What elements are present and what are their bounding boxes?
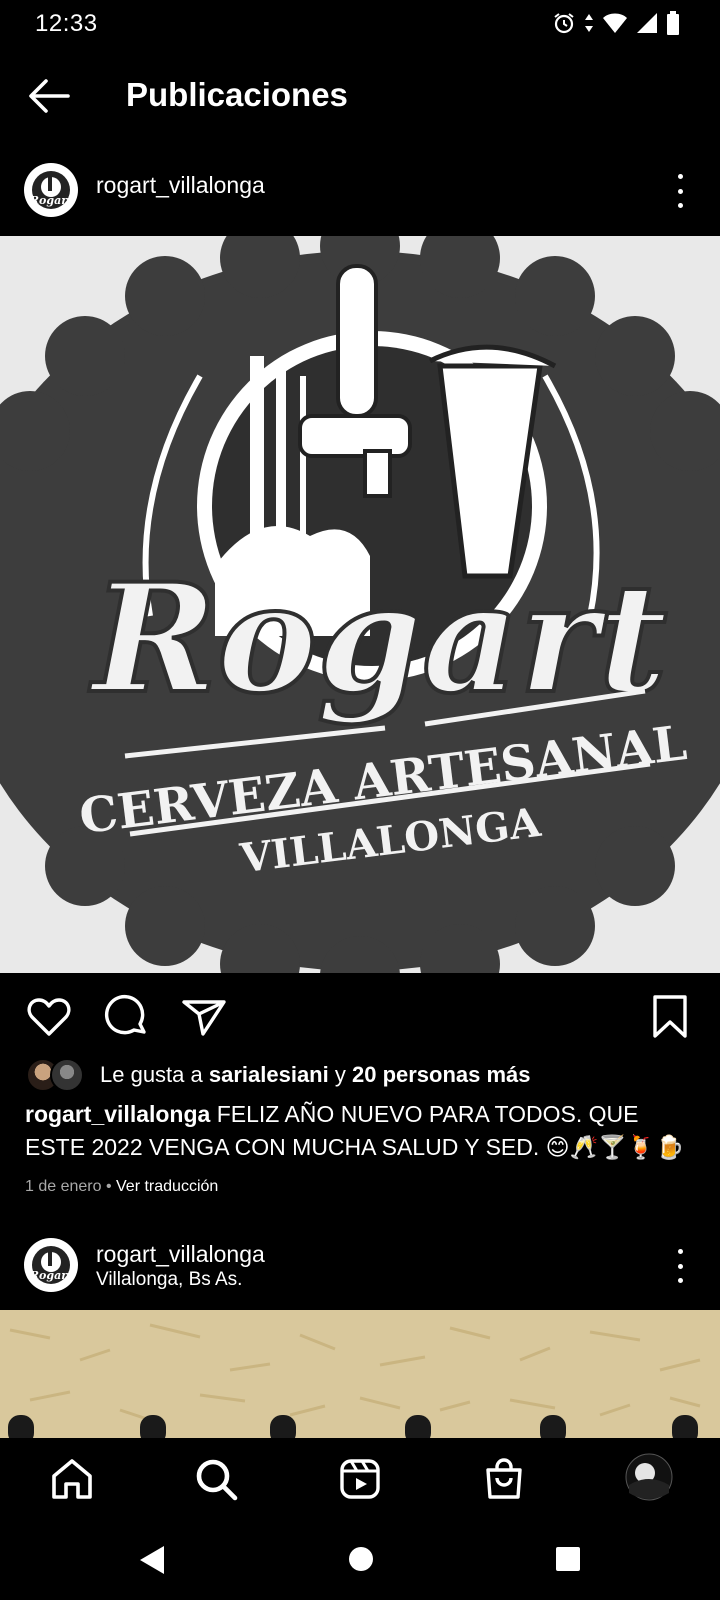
post-username[interactable]: rogart_villalonga xyxy=(96,172,265,199)
avatar xyxy=(50,1058,84,1092)
post-image[interactable] xyxy=(0,1310,720,1438)
nav-search[interactable] xyxy=(193,1456,239,1502)
more-vertical-icon[interactable] xyxy=(672,174,688,208)
svg-text:Rogart: Rogart xyxy=(29,194,72,207)
system-home-icon[interactable] xyxy=(348,1546,374,1572)
wood-board-image xyxy=(0,1310,720,1438)
comment-button[interactable] xyxy=(104,994,150,1040)
post-image[interactable]: Rogart CERVEZA ARTESANAL VILLALONGA xyxy=(0,236,720,973)
save-button[interactable] xyxy=(650,994,696,1040)
alarm-icon xyxy=(554,13,574,34)
status-bar: 12:33 xyxy=(0,0,720,48)
battery-icon xyxy=(667,11,679,35)
more-vertical-icon[interactable] xyxy=(672,1249,688,1283)
bottom-nav xyxy=(0,1438,720,1520)
post-date-row: 1 de enero • Ver traducción xyxy=(25,1178,219,1195)
rogart-logo-icon: Rogart xyxy=(27,166,75,214)
bookmark-icon xyxy=(653,995,687,1038)
post-actions xyxy=(0,990,720,1040)
search-icon xyxy=(196,1459,238,1501)
page-title: Publicaciones xyxy=(126,76,348,113)
post-username[interactable]: rogart_villalonga xyxy=(96,1241,265,1268)
reels-icon xyxy=(340,1459,380,1499)
liker-avatars xyxy=(26,1058,90,1092)
likes-text: Le gusta a sarialesiani y 20 personas má… xyxy=(100,1062,531,1087)
nav-home[interactable] xyxy=(49,1456,95,1502)
home-icon xyxy=(52,1459,92,1499)
post-location[interactable]: Villalonga, Bs As. xyxy=(96,1269,242,1291)
likes-row[interactable]: Le gusta a sarialesiani y 20 personas má… xyxy=(26,1057,531,1093)
signal-icon xyxy=(637,13,657,33)
status-icons xyxy=(552,11,680,35)
translate-link[interactable]: Ver traducción xyxy=(116,1178,218,1195)
back-button[interactable] xyxy=(26,78,70,114)
shop-icon xyxy=(486,1458,522,1499)
avatar[interactable]: Rogart xyxy=(24,163,78,217)
data-arrows-icon xyxy=(585,14,593,32)
caption-username[interactable]: rogart_villalonga xyxy=(25,1101,210,1127)
post-date: 1 de enero xyxy=(25,1178,102,1195)
send-icon xyxy=(182,1000,226,1036)
heart-icon xyxy=(27,998,71,1036)
rogart-logo-image: Rogart CERVEZA ARTESANAL VILLALONGA xyxy=(0,236,720,973)
arrow-left-icon xyxy=(29,79,70,113)
system-recents-icon[interactable] xyxy=(555,1546,581,1572)
app-header: Publicaciones xyxy=(0,60,720,132)
wifi-icon xyxy=(603,13,627,33)
like-button[interactable] xyxy=(26,994,72,1040)
nav-reels[interactable] xyxy=(337,1456,383,1502)
nav-profile[interactable] xyxy=(625,1453,673,1501)
rogart-logo-icon: Rogart xyxy=(27,1241,75,1289)
system-nav-bar xyxy=(0,1520,720,1600)
comment-icon xyxy=(104,994,146,1035)
system-back-icon[interactable] xyxy=(138,1544,166,1576)
nav-shop[interactable] xyxy=(481,1456,527,1502)
post-header: Rogart rogart_villalonga Villalonga, Bs … xyxy=(0,1225,720,1305)
svg-text:Rogart: Rogart xyxy=(29,1269,72,1282)
post-header: Rogart rogart_villalonga xyxy=(0,150,720,230)
post-caption: rogart_villalonga FELIZ AÑO NUEVO PARA T… xyxy=(25,1098,700,1164)
avatar[interactable]: Rogart xyxy=(24,1238,78,1292)
share-button[interactable] xyxy=(181,994,227,1040)
profile-avatar-icon xyxy=(625,1453,673,1501)
status-time: 12:33 xyxy=(35,10,98,37)
